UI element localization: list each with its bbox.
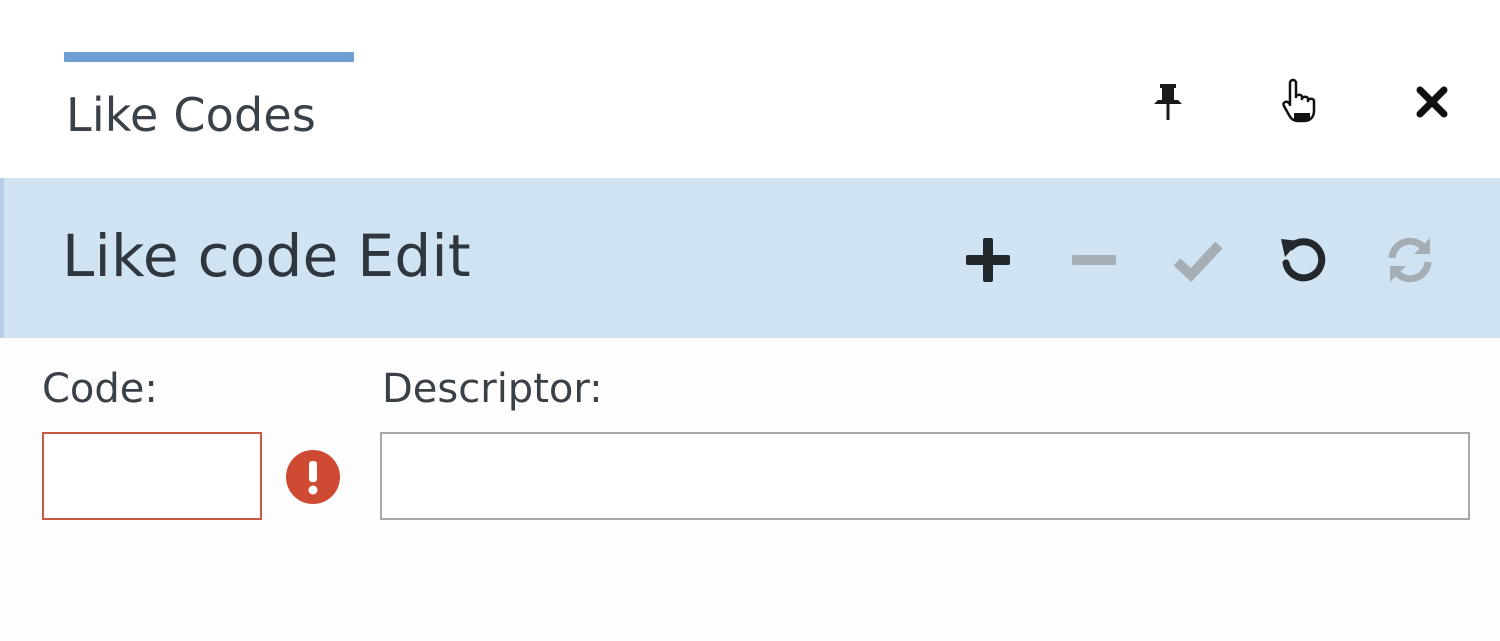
- tab-active-indicator: [64, 52, 354, 62]
- close-icon: [1416, 86, 1448, 118]
- refresh-button[interactable]: [1378, 228, 1442, 292]
- close-button[interactable]: [1402, 72, 1462, 132]
- remove-button[interactable]: [1062, 228, 1126, 292]
- code-label: Code:: [42, 366, 158, 412]
- panel-header: Like code Edit: [0, 178, 1500, 338]
- pin-icon: [1154, 84, 1182, 120]
- descriptor-label: Descriptor:: [382, 366, 603, 412]
- hand-cursor-icon: [1282, 78, 1316, 123]
- refresh-icon: [1388, 237, 1432, 283]
- tab-label: Like Codes: [66, 88, 317, 142]
- like-codes-window: Like Codes Like code Edit Code: Descript…: [0, 0, 1500, 641]
- tab-like-codes[interactable]: Like Codes: [64, 52, 354, 152]
- undo-button[interactable]: [1272, 228, 1336, 292]
- add-icon: [966, 238, 1010, 282]
- save-button[interactable]: [1166, 228, 1230, 292]
- cursor-mode-button[interactable]: [1270, 72, 1330, 132]
- add-button[interactable]: [956, 228, 1020, 292]
- remove-icon: [1072, 255, 1116, 265]
- edit-form: Code: Descriptor:: [0, 338, 1500, 641]
- undo-icon: [1281, 238, 1326, 282]
- exclamation-icon: [308, 461, 318, 495]
- tab-bar: Like Codes: [0, 0, 1500, 178]
- descriptor-input[interactable]: [380, 432, 1470, 520]
- save-check-icon: [1173, 241, 1223, 283]
- panel-title: Like code Edit: [62, 222, 471, 290]
- error-icon: [286, 450, 340, 504]
- pin-button[interactable]: [1138, 72, 1198, 132]
- code-input[interactable]: [42, 432, 262, 520]
